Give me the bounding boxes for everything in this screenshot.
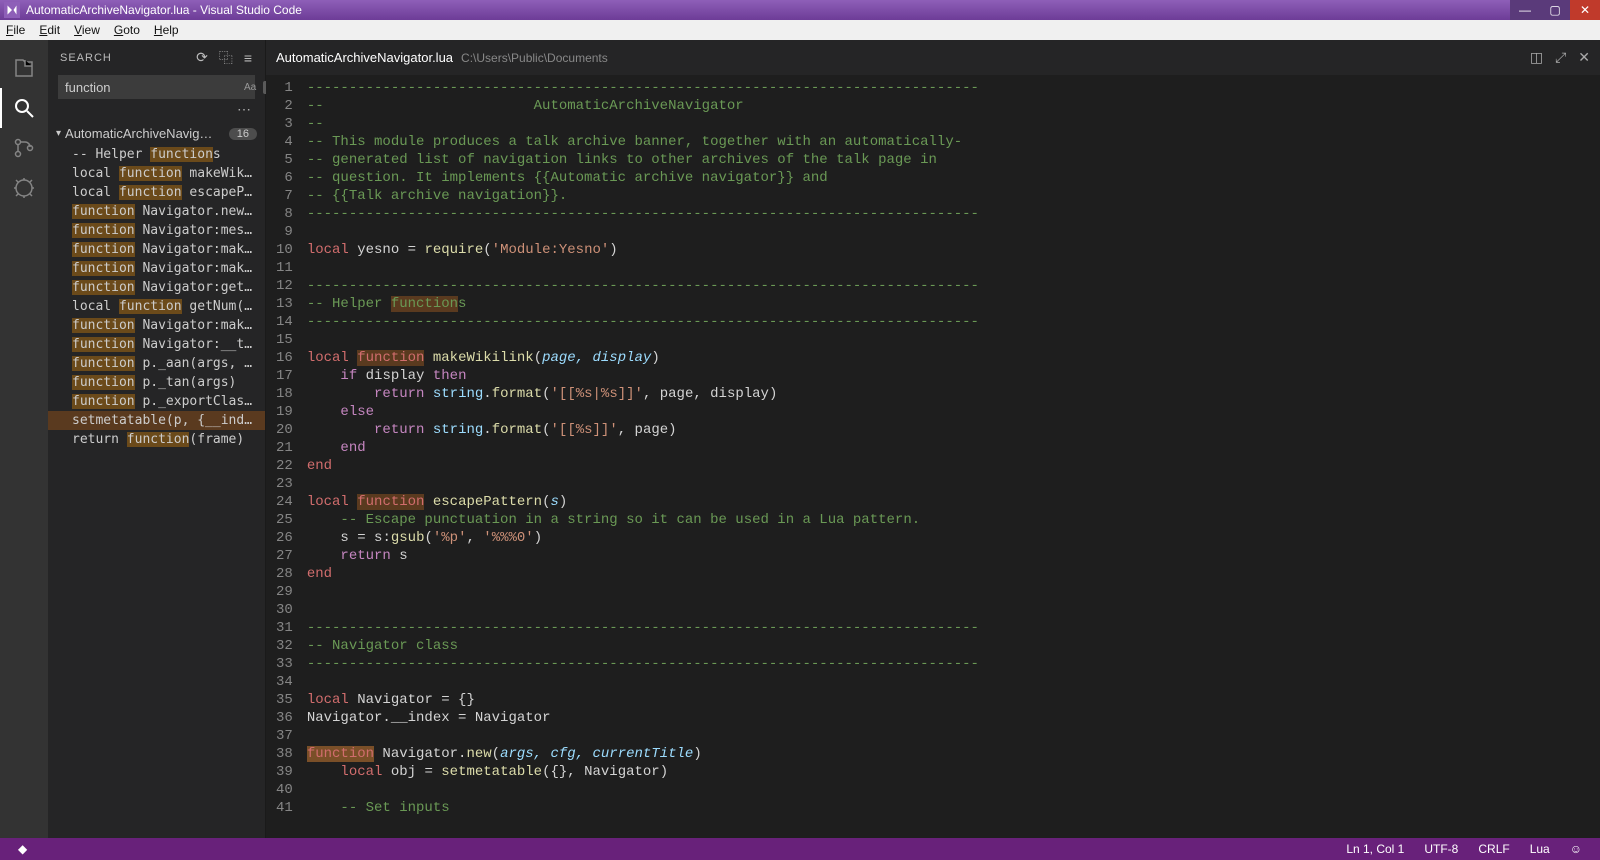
search-result[interactable]: return function(frame) (48, 430, 265, 449)
minimize-button[interactable]: — (1510, 0, 1540, 20)
split-editor-icon[interactable]: ◫ (1530, 49, 1543, 66)
status-encoding[interactable]: UTF-8 (1424, 842, 1458, 856)
search-icon[interactable] (0, 88, 48, 128)
menu-view[interactable]: View (74, 23, 100, 37)
line-gutter: 1234567891011121314151617181920212223242… (266, 75, 307, 838)
search-result[interactable]: function Navigator:__tostring() (48, 335, 265, 354)
code-editor[interactable]: 1234567891011121314151617181920212223242… (266, 75, 1600, 838)
search-result[interactable]: function p._tan(args) (48, 373, 265, 392)
search-result[interactable]: -- Helper functions (48, 145, 265, 164)
code-content[interactable]: ----------------------------------------… (307, 75, 979, 838)
window-title: AutomaticArchiveNavigator.lua - Visual S… (26, 3, 302, 17)
status-feedback-icon[interactable]: ◆ (18, 842, 27, 856)
vscode-logo-icon (4, 2, 20, 18)
search-details-toggle[interactable]: ⋯ (48, 101, 265, 122)
status-smiley-icon[interactable]: ☺ (1570, 842, 1582, 856)
search-result[interactable]: function Navigator:makeBlurb() (48, 240, 265, 259)
maximize-button[interactable]: ▢ (1540, 0, 1570, 20)
menu-help[interactable]: Help (154, 23, 179, 37)
search-result[interactable]: function Navigator:message(k… (48, 221, 265, 240)
search-result[interactable]: function Navigator:makeArchi… (48, 316, 265, 335)
editor-tabbar: AutomaticArchiveNavigator.lua C:\Users\P… (266, 40, 1600, 75)
search-file-header[interactable]: ▾ AutomaticArchiveNavig… 16 (48, 122, 265, 145)
search-result[interactable]: local function getNum(i, curre… (48, 297, 265, 316)
clear-icon[interactable]: ≡ (244, 50, 253, 66)
close-tab-icon[interactable]: ✕ (1578, 49, 1590, 66)
search-input[interactable] (65, 80, 241, 95)
search-header-label: SEARCH (60, 52, 112, 64)
search-result[interactable]: setmetatable(p, {__index = fu… (48, 411, 265, 430)
search-header: SEARCH ⟳ ⿻ ≡ (48, 40, 265, 75)
tab-path: C:\Users\Public\Documents (461, 51, 608, 65)
search-file-name: AutomaticArchiveNavig… (65, 126, 229, 141)
chevron-down-icon: ▾ (56, 128, 61, 139)
window-controls: — ▢ ✕ (1510, 0, 1600, 20)
status-line-col[interactable]: Ln 1, Col 1 (1346, 842, 1404, 856)
collapse-icon[interactable]: ⿻ (219, 48, 234, 68)
search-result[interactable]: function p._exportClasses() (48, 392, 265, 411)
git-icon[interactable] (0, 128, 48, 168)
search-sidebar: SEARCH ⟳ ⿻ ≡ Aa Ab| .* ⋯ ▾ AutomaticArch… (48, 40, 266, 838)
debug-icon[interactable] (0, 168, 48, 208)
refresh-icon[interactable]: ⟳ (196, 49, 209, 66)
statusbar: ◆ Ln 1, Col 1 UTF-8 CRLF Lua ☺ (0, 838, 1600, 860)
menu-edit[interactable]: Edit (39, 23, 60, 37)
explorer-icon[interactable] (0, 48, 48, 88)
status-language[interactable]: Lua (1530, 842, 1550, 856)
menubar: File Edit View Goto Help (0, 20, 1600, 40)
diff-icon[interactable]: ⤢ (1555, 49, 1566, 66)
menu-goto[interactable]: Goto (114, 23, 140, 37)
editor-area: AutomaticArchiveNavigator.lua C:\Users\P… (266, 40, 1600, 838)
search-result[interactable]: function Navigator:getArchiv… (48, 278, 265, 297)
search-result[interactable]: function p._aan(args, cfg, curr… (48, 354, 265, 373)
search-input-box[interactable]: Aa Ab| .* (58, 75, 255, 99)
search-results: -- Helper functionslocal function makeWi… (48, 145, 265, 449)
search-match-count: 16 (229, 128, 257, 140)
menu-file[interactable]: File (6, 23, 25, 37)
search-result[interactable]: local function escapePattern(s) (48, 183, 265, 202)
window-titlebar: AutomaticArchiveNavigator.lua - Visual S… (0, 0, 1600, 20)
search-result[interactable]: function Navigator:makeMess… (48, 259, 265, 278)
search-result[interactable]: function Navigator.new(args, … (48, 202, 265, 221)
status-eol[interactable]: CRLF (1478, 842, 1509, 856)
case-sensitive-toggle[interactable]: Aa (241, 81, 259, 94)
close-button[interactable]: ✕ (1570, 0, 1600, 20)
search-result[interactable]: local function makeWikilink(p… (48, 164, 265, 183)
tab-title[interactable]: AutomaticArchiveNavigator.lua (276, 50, 453, 65)
activity-bar (0, 40, 48, 838)
